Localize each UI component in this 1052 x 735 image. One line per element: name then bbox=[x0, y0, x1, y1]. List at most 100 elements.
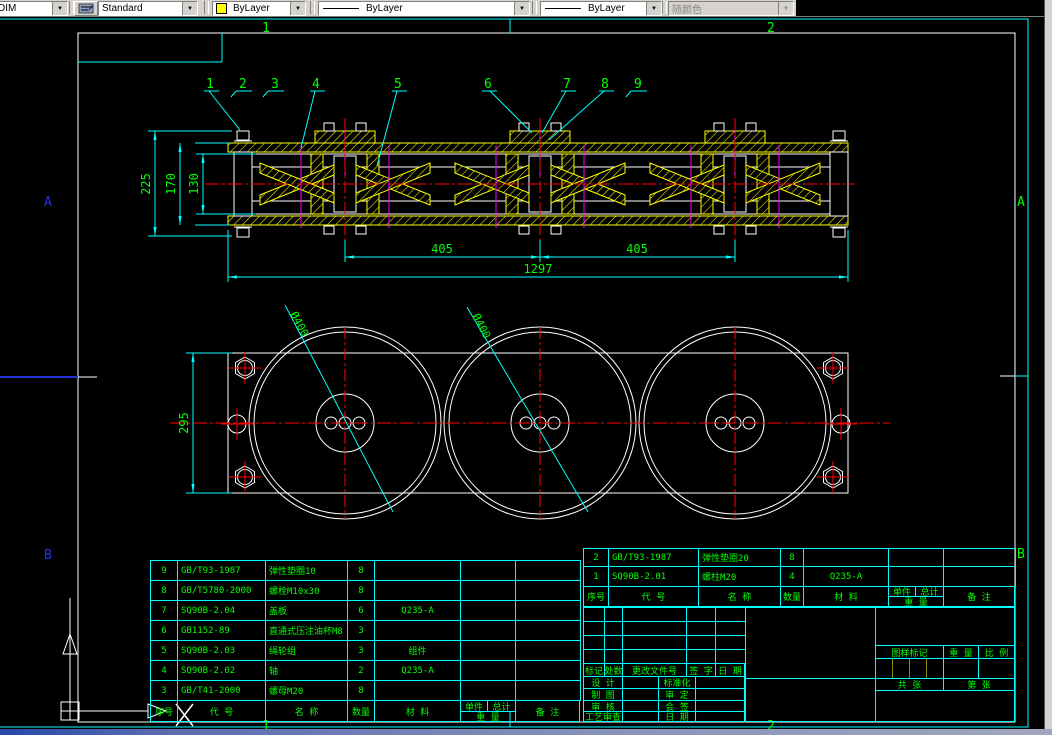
bom-header-qty: 数量 bbox=[347, 700, 375, 722]
bom-cell-name: 螺柱M20 bbox=[698, 566, 781, 587]
revision-cell bbox=[715, 607, 746, 622]
dim-height-overall: 225 bbox=[139, 173, 153, 195]
bom-header-seq: 序号 bbox=[583, 586, 609, 607]
drawing-number-area bbox=[745, 678, 876, 722]
zone-letter-right-a: A bbox=[1017, 195, 1025, 210]
bom-cell-code: GB/T5780-2000 bbox=[177, 580, 266, 601]
callout-3: 3 bbox=[271, 77, 279, 92]
revision-cell bbox=[622, 607, 687, 622]
revision-cell bbox=[604, 649, 623, 664]
bom-cell-material bbox=[374, 560, 461, 581]
bom-cell-material: Q235-A bbox=[374, 660, 461, 681]
window-bottom-border bbox=[0, 729, 1052, 735]
wheel-diameter-label-2: Ø400 bbox=[469, 311, 493, 341]
sign-blank bbox=[622, 711, 659, 722]
bom-cell-material: 组件 bbox=[374, 640, 461, 661]
bom-cell-qty: 2 bbox=[347, 660, 375, 681]
bom-cell-w bbox=[460, 600, 516, 621]
bom-cell-code: GB/T93-1987 bbox=[177, 560, 266, 581]
bom-header-name: 名 称 bbox=[265, 700, 348, 722]
rev-header-count: 处数 bbox=[604, 663, 623, 677]
bom-table-right: 序号 代 号 名 称 数量 材 料 单件 总计 重 量 备 注 2 GB/T93-… bbox=[583, 548, 1016, 607]
bom-cell-w bbox=[888, 566, 944, 587]
bom-cell-w bbox=[888, 548, 944, 567]
rev-header-date: 日 期 bbox=[715, 663, 745, 677]
revision-cell bbox=[715, 621, 746, 636]
bom-cell-code: GB1152-89 bbox=[177, 620, 266, 641]
bom-cell-qty: 3 bbox=[347, 620, 375, 641]
zone-number-top-2: 2 bbox=[767, 21, 775, 36]
bom-cell-code: GB/T93-1987 bbox=[608, 548, 699, 567]
bom-cell-seq: 2 bbox=[583, 548, 609, 567]
bom-cell-seq: 1 bbox=[583, 566, 609, 587]
bom-header-name: 名 称 bbox=[698, 586, 781, 607]
bom-cell-seq: 6 bbox=[150, 620, 178, 641]
company-area bbox=[875, 607, 1015, 646]
revision-cell bbox=[583, 621, 605, 636]
bom-cell-name: 螺栓M10x30 bbox=[265, 580, 348, 601]
bom-header-qty: 数量 bbox=[780, 586, 804, 607]
bom-cell-w bbox=[460, 640, 516, 661]
window-right-border bbox=[1044, 0, 1052, 735]
callout-4: 4 bbox=[312, 77, 320, 92]
cad-application-window: { "toolbar": { "dim_style_value": "DIM",… bbox=[0, 0, 1052, 735]
bom-header-material: 材 料 bbox=[374, 700, 461, 722]
drawing-title-area bbox=[745, 607, 876, 679]
callout-1: 1 bbox=[206, 77, 214, 92]
title-block: 标记 处数 更改文件号 签 字 日 期 设 计 标准化 制 图 审 定 审 核 … bbox=[583, 607, 1015, 722]
bom-cell-remark bbox=[515, 580, 581, 601]
callout-9: 9 bbox=[634, 77, 642, 92]
bom-cell-material: Q235-A bbox=[803, 566, 889, 587]
bom-cell-code: SQ90B-2.01 bbox=[608, 566, 699, 587]
bom-header-seq: 序号 bbox=[150, 700, 178, 722]
zone-number-top-1: 1 bbox=[262, 21, 270, 36]
bom-cell-code: GB/T41-2000 bbox=[177, 680, 266, 701]
bom-cell-remark bbox=[515, 560, 581, 581]
bom-cell-w bbox=[460, 560, 516, 581]
bom-header-remark: 备 注 bbox=[515, 700, 580, 722]
bom-cell-seq: 5 bbox=[150, 640, 178, 661]
revision-cell bbox=[604, 635, 623, 650]
dim-height-inner: 130 bbox=[187, 173, 201, 195]
bom-cell-material bbox=[374, 680, 461, 701]
part-callouts: 1 2 3 4 5 6 7 8 9 bbox=[204, 77, 647, 167]
bom-header-weight: 重 量 bbox=[888, 596, 944, 607]
bom-cell-qty: 8 bbox=[347, 560, 375, 581]
revision-cell bbox=[622, 649, 687, 664]
stamp-divider bbox=[909, 659, 910, 678]
bom-cell-material bbox=[374, 580, 461, 601]
bom-cell-name: 弹性垫圈20 bbox=[698, 548, 781, 567]
callout-8: 8 bbox=[601, 77, 609, 92]
revision-cell bbox=[686, 635, 716, 650]
bom-cell-remark bbox=[515, 660, 581, 681]
stamp-scale-header: 比 例 bbox=[978, 645, 1015, 659]
bom-cell-seq: 7 bbox=[150, 600, 178, 621]
bom-cell-remark bbox=[515, 600, 581, 621]
revision-cell bbox=[583, 635, 605, 650]
bom-cell-name: 盖板 bbox=[265, 600, 348, 621]
dim-span-2: 405 bbox=[626, 242, 648, 256]
bom-cell-code: SQ90B-2.02 bbox=[177, 660, 266, 681]
stamp-bottom-area bbox=[875, 690, 1015, 722]
stamp-divider bbox=[926, 659, 927, 678]
plan-centerlines bbox=[170, 327, 890, 519]
bom-cell-name: 绳轮组 bbox=[265, 640, 348, 661]
bom-cell-name: 直通式压注油杯M8 bbox=[265, 620, 348, 641]
bom-header-remark: 备 注 bbox=[943, 586, 1015, 607]
bom-cell-remark bbox=[943, 548, 1016, 567]
revision-cell bbox=[604, 621, 623, 636]
plan-view: Ø400 Ø400 bbox=[170, 304, 890, 520]
rev-header-mark: 标记 bbox=[583, 663, 605, 677]
revision-cell bbox=[686, 621, 716, 636]
stamp-weight-header: 重 量 bbox=[943, 645, 979, 659]
bom-cell-qty: 8 bbox=[347, 680, 375, 701]
sign-label-date: 日 期 bbox=[658, 711, 696, 722]
diameter-leaders bbox=[284, 304, 589, 513]
dim-length-overall: 1297 bbox=[524, 262, 553, 276]
bom-table-left: 序号 代 号 名 称 数量 材 料 单件 总计 重 量 备 注 9 GB/T93-… bbox=[150, 560, 581, 722]
revision-cell bbox=[622, 635, 687, 650]
section-view bbox=[205, 118, 855, 242]
bom-cell-remark bbox=[943, 566, 1016, 587]
bom-cell-w bbox=[460, 660, 516, 681]
bom-header-code: 代 号 bbox=[177, 700, 266, 722]
